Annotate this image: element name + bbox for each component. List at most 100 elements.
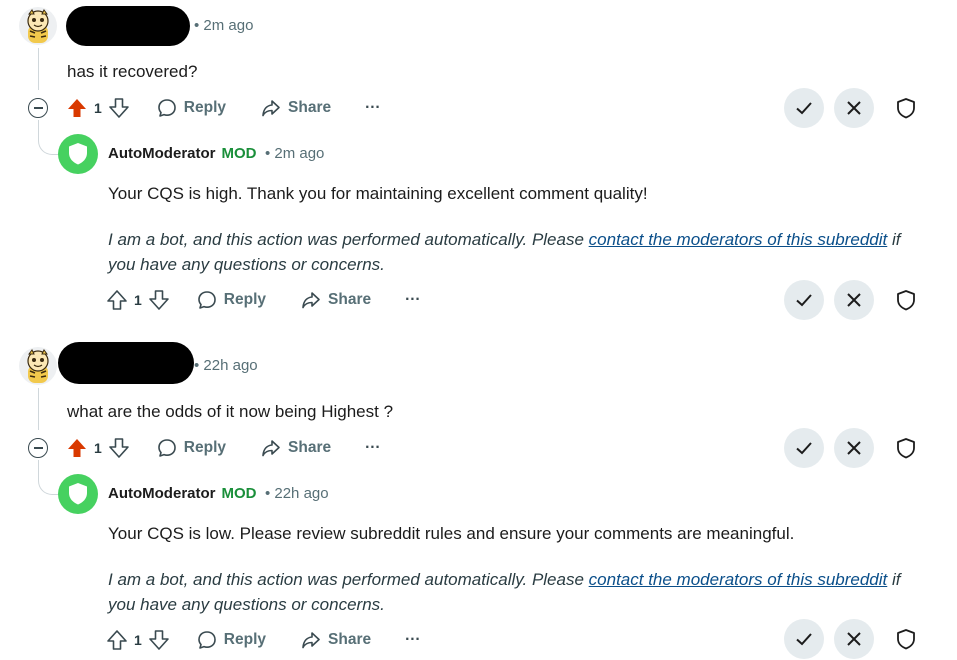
upvote-arrow-icon — [68, 439, 86, 457]
comment-text: what are the odds of it now being Highes… — [67, 402, 394, 421]
mod-badge: MOD — [221, 485, 257, 502]
share-label: Share — [288, 99, 332, 116]
comment-text: has it recovered? — [67, 62, 198, 81]
approve-button[interactable] — [784, 280, 824, 320]
share-button[interactable]: Share — [260, 97, 331, 119]
disclaimer-text-start: I am a bot, and this action was performe… — [108, 230, 589, 249]
approve-button[interactable] — [784, 619, 824, 659]
remove-button[interactable] — [834, 280, 874, 320]
share-button[interactable]: Share — [260, 437, 331, 459]
reply-button[interactable]: Reply — [156, 97, 226, 119]
mod-shield-button[interactable] — [886, 280, 926, 320]
snoo-avatar-icon — [27, 9, 49, 43]
more-options-button[interactable]: ··· — [405, 291, 421, 309]
share-arrow-icon — [302, 292, 320, 309]
downvote-button[interactable] — [108, 97, 130, 119]
share-label: Share — [328, 291, 372, 308]
speech-bubble-icon — [157, 439, 176, 457]
redacted-username — [58, 342, 194, 384]
reply-label: Reply — [223, 631, 267, 648]
mod-shield-button[interactable] — [886, 428, 926, 468]
automoderator-avatar[interactable] — [58, 474, 98, 514]
x-icon — [847, 441, 861, 455]
comment-actions: 1 Reply Share ··· — [66, 93, 381, 123]
checkmark-icon — [796, 633, 812, 646]
user-avatar[interactable] — [19, 347, 57, 385]
checkmark-icon — [796, 102, 812, 115]
downvote-button[interactable] — [108, 437, 130, 459]
automod-message: Your CQS is high. Thank you for maintain… — [108, 184, 648, 203]
reply-button[interactable]: Reply — [196, 289, 266, 311]
approve-button[interactable] — [784, 88, 824, 128]
upvote-arrow-icon — [68, 99, 86, 117]
reply-button[interactable]: Reply — [156, 437, 226, 459]
contact-moderators-link[interactable]: contact the moderators of this subreddit — [589, 570, 888, 589]
share-button[interactable]: Share — [300, 629, 371, 651]
bot-disclaimer: I am a bot, and this action was performe… — [108, 567, 928, 617]
upvote-arrow-icon — [107, 290, 127, 310]
shield-icon — [69, 483, 87, 505]
share-arrow-icon — [262, 100, 280, 117]
share-label: Share — [328, 631, 372, 648]
comment-timestamp: • 22h ago — [194, 357, 258, 374]
x-icon — [847, 101, 861, 115]
disclaimer-text-start: I am a bot, and this action was performe… — [108, 570, 589, 589]
shield-icon — [897, 290, 915, 311]
author-name[interactable]: AutoModerator — [108, 145, 216, 162]
collapse-icon[interactable] — [28, 438, 48, 458]
comment-timestamp: • 2m ago — [194, 17, 254, 34]
more-options-button[interactable]: ··· — [365, 439, 381, 457]
redacted-username — [66, 6, 190, 46]
more-options-button[interactable]: ··· — [365, 99, 381, 117]
automod-header: AutoModerator MOD • 22h ago — [108, 485, 329, 503]
reply-timestamp: • 22h ago — [264, 485, 329, 502]
upvote-button[interactable] — [66, 97, 88, 119]
upvote-button[interactable] — [106, 629, 128, 651]
thread-elbow — [38, 460, 59, 495]
more-options-button[interactable]: ··· — [405, 631, 421, 649]
vote-count: 1 — [134, 292, 142, 308]
vote-count: 1 — [134, 632, 142, 648]
thread-line — [38, 48, 39, 90]
reply-actions: 1 Reply Share ··· — [106, 625, 421, 655]
shield-icon — [897, 98, 915, 119]
checkmark-icon — [796, 442, 812, 455]
downvote-button[interactable] — [148, 629, 170, 651]
remove-button[interactable] — [834, 428, 874, 468]
reply-button[interactable]: Reply — [196, 629, 266, 651]
upvote-arrow-icon — [107, 630, 127, 650]
remove-button[interactable] — [834, 88, 874, 128]
speech-bubble-icon — [197, 631, 216, 649]
upvote-button[interactable] — [106, 289, 128, 311]
x-icon — [847, 293, 861, 307]
share-label: Share — [288, 439, 332, 456]
automoderator-avatar[interactable] — [58, 134, 98, 174]
remove-button[interactable] — [834, 619, 874, 659]
speech-bubble-icon — [197, 291, 216, 309]
user-avatar[interactable] — [19, 7, 57, 45]
downvote-arrow-icon — [148, 630, 169, 650]
reply-label: Reply — [183, 439, 227, 456]
shield-icon — [69, 143, 87, 165]
automod-header: AutoModerator MOD • 2m ago — [108, 145, 324, 163]
mod-shield-button[interactable] — [886, 88, 926, 128]
reply-label: Reply — [183, 99, 227, 116]
bot-disclaimer: I am a bot, and this action was performe… — [108, 227, 928, 277]
upvote-button[interactable] — [66, 437, 88, 459]
mod-badge: MOD — [221, 145, 257, 162]
downvote-arrow-icon — [148, 290, 169, 310]
share-button[interactable]: Share — [300, 289, 371, 311]
downvote-button[interactable] — [148, 289, 170, 311]
shield-icon — [897, 629, 915, 650]
x-icon — [847, 632, 861, 646]
vote-count: 1 — [94, 440, 102, 456]
mod-shield-button[interactable] — [886, 619, 926, 659]
reply-label: Reply — [223, 291, 267, 308]
author-name[interactable]: AutoModerator — [108, 485, 216, 502]
share-arrow-icon — [302, 632, 320, 649]
collapse-icon[interactable] — [28, 98, 48, 118]
approve-button[interactable] — [784, 428, 824, 468]
contact-moderators-link[interactable]: contact the moderators of this subreddit — [589, 230, 888, 249]
reply-timestamp: • 2m ago — [264, 145, 325, 162]
thread-line — [38, 388, 39, 430]
